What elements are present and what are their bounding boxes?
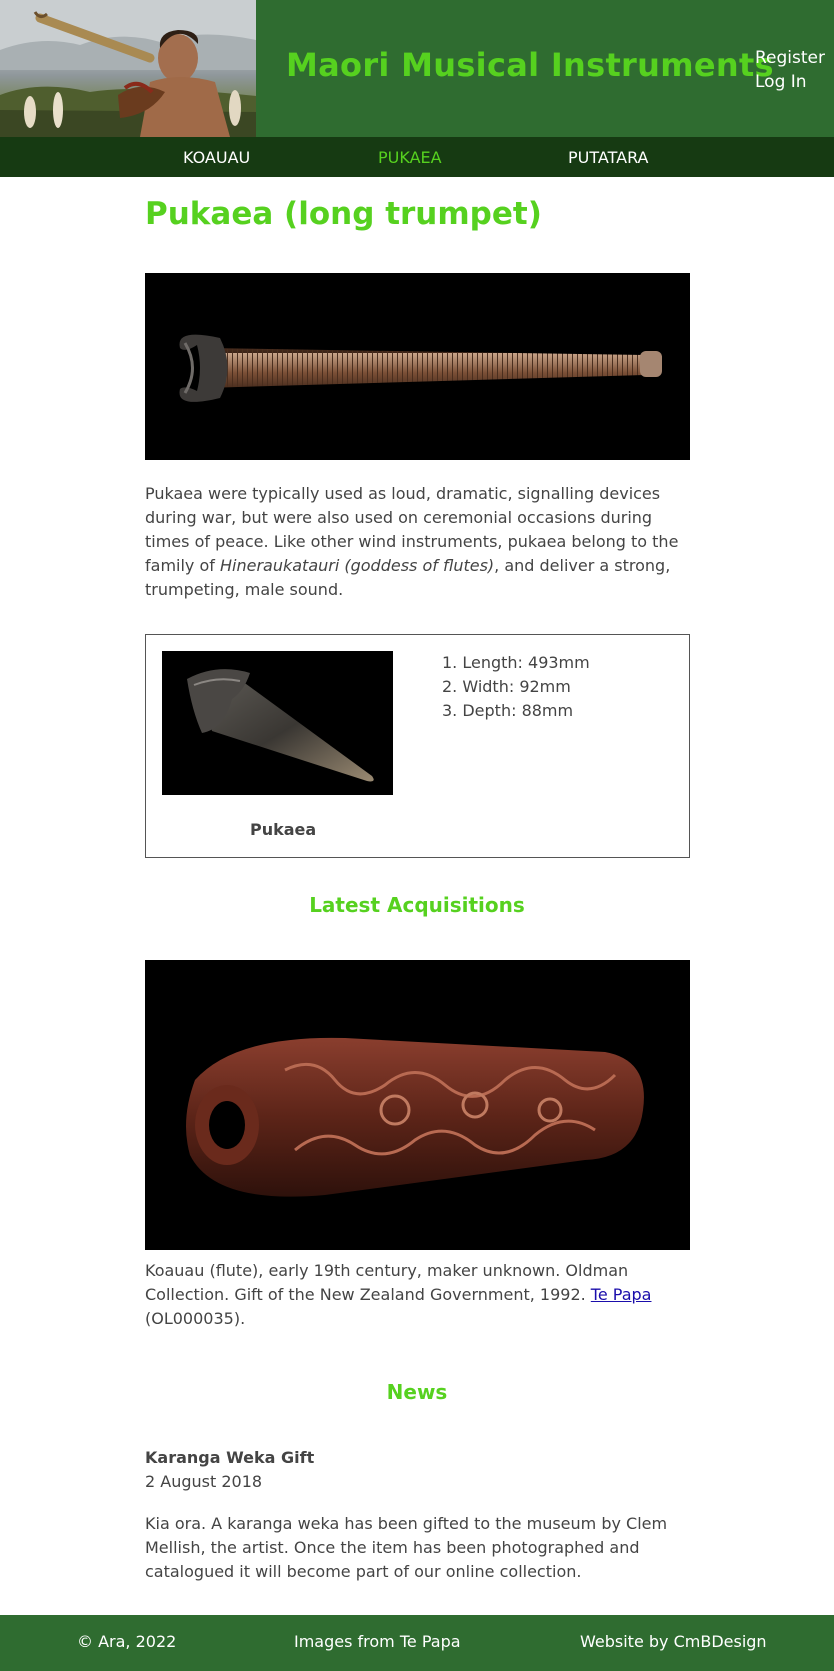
nav-item-koauau[interactable]: KOAUAU	[183, 148, 250, 167]
spec-width: 2. Width: 92mm	[442, 677, 571, 696]
site-title: Maori Musical Instruments	[286, 46, 774, 84]
register-link[interactable]: Register	[755, 46, 825, 70]
acquisitions-title: Latest Acquisitions	[309, 893, 525, 917]
spec-length: 1. Length: 493mm	[442, 653, 590, 672]
news-title: News	[386, 1380, 448, 1404]
pukaea-illustration	[162, 651, 393, 795]
pukaea-long-trumpet-illustration	[145, 273, 690, 460]
footer-copyright: © Ara, 2022	[77, 1632, 177, 1651]
auth-links: Register Log In	[755, 46, 825, 94]
nav-item-pukaea[interactable]: PUKAEA	[378, 148, 442, 167]
acquisition-caption-ref: (OL000035).	[145, 1309, 246, 1328]
nav-item-putatara[interactable]: PUTATARA	[568, 148, 648, 167]
news-item-date: 2 August 2018	[145, 1472, 263, 1491]
page-title: Pukaea (long trumpet)	[145, 196, 542, 232]
acquisition-caption: Koauau (flute), early 19th century, make…	[145, 1259, 690, 1331]
intro-italic: Hineraukatauri (goddess of flutes)	[219, 556, 495, 575]
te-papa-link[interactable]: Te Papa	[591, 1285, 652, 1304]
specs-box: Pukaea 1. Length: 493mm 2. Width: 92mm 3…	[145, 634, 690, 858]
specs-caption: Pukaea	[250, 820, 317, 839]
intro-paragraph: Pukaea were typically used as loud, dram…	[145, 482, 690, 602]
specs-list: 1. Length: 493mm 2. Width: 92mm 3. Depth…	[442, 651, 590, 723]
main-nav: KOAUAU PUKAEA PUTATARA	[0, 137, 834, 177]
news-item-body: Kia ora. A karanga weka has been gifted …	[145, 1514, 668, 1581]
acquisition-caption-text: Koauau (flute), early 19th century, make…	[145, 1261, 629, 1304]
footer-design-credit: Website by CmBDesign	[580, 1632, 767, 1651]
footer-images-credit: Images from Te Papa	[294, 1632, 461, 1651]
login-link[interactable]: Log In	[755, 70, 825, 94]
header-hero-photo	[0, 0, 256, 137]
koauau-flute-illustration	[145, 960, 690, 1250]
site-header: Maori Musical Instruments Register Log I…	[0, 0, 834, 137]
koauau-acquisition-image	[145, 960, 690, 1250]
pukaea-specs-image	[162, 651, 393, 795]
pukaea-main-image	[145, 273, 690, 460]
man-blowing-pukaea-illustration	[0, 0, 256, 137]
site-footer: © Ara, 2022 Images from Te Papa Website …	[0, 1615, 834, 1671]
spec-depth: 3. Depth: 88mm	[442, 701, 574, 720]
news-item-title: Karanga Weka Gift	[145, 1448, 315, 1467]
